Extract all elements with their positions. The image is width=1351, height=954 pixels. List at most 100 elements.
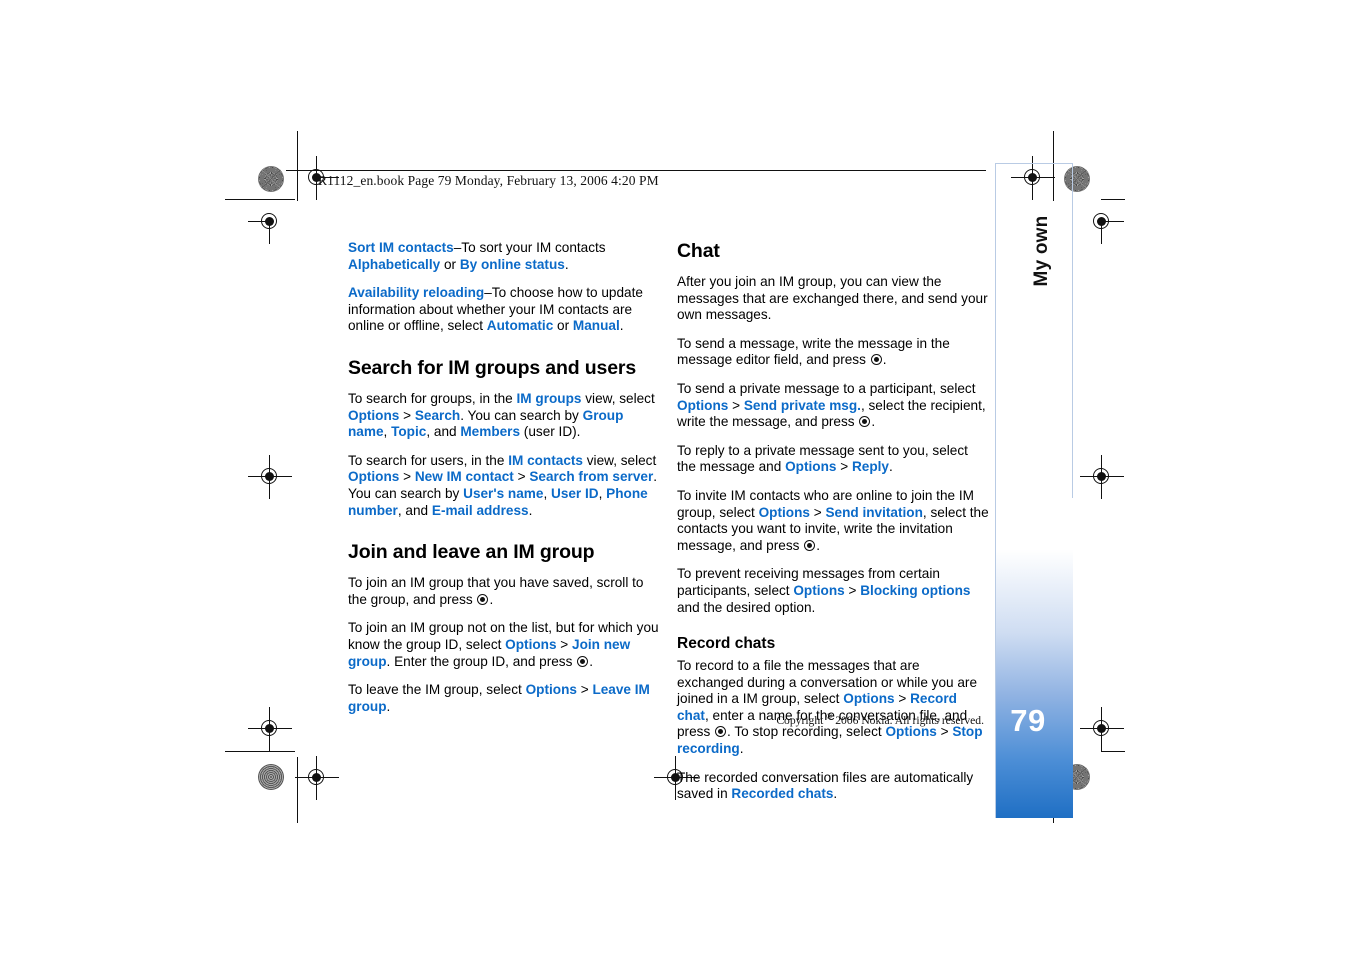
menu-separator: > [576, 682, 593, 698]
select-key-icon [870, 354, 882, 366]
body-text: . [816, 537, 820, 553]
ui-term: Options [758, 504, 810, 520]
select-key-icon [804, 539, 816, 551]
body-text: . [386, 698, 391, 714]
chapter-tab-label: My own [1031, 215, 1052, 287]
body-text: . Enter the group ID, and press [386, 653, 577, 669]
search-groups-paragraph: To search for groups, in the IM groups v… [348, 391, 660, 441]
ui-term: Recorded chats [731, 786, 834, 802]
send-message-paragraph: To send a message, write the message in … [677, 336, 989, 369]
registration-mark-left-lower [248, 707, 292, 751]
ui-term: Availability reloading [348, 285, 485, 301]
left-text-column: Sort IM contacts–To sort your IM contact… [348, 240, 660, 715]
leave-group-paragraph: To leave the IM group, select Options > … [348, 682, 660, 715]
menu-separator: > [399, 407, 415, 423]
body-text: After you join an IM group, you can view… [677, 274, 988, 323]
ui-term: Reply [851, 459, 889, 475]
menu-separator: > [728, 397, 744, 413]
header-slug: R1112_en.book Page 79 Monday, February 1… [318, 173, 659, 188]
registration-mark-left-middle [248, 455, 292, 499]
heading-join-and-leave-an-im-group: Join and leave an IM group [348, 541, 595, 564]
body-text: . [619, 318, 624, 334]
body-text: , and [426, 424, 461, 440]
ui-term: Options [785, 459, 837, 475]
body-text: . [739, 741, 744, 757]
menu-separator: > [399, 469, 415, 485]
body-text: , [383, 424, 392, 440]
ui-term: Options [525, 682, 577, 698]
ui-term: By online status [459, 256, 565, 272]
ui-term: Send private msg. [743, 397, 861, 413]
ui-term: User ID [551, 485, 599, 501]
body-text: , [543, 485, 551, 501]
trim-line-left-lower [225, 751, 295, 752]
body-text: To search for users, in the [348, 452, 509, 468]
recorded-chats-paragraph: The recorded conversation files are auto… [677, 770, 989, 803]
chapter-tab-gradient [996, 498, 1073, 818]
body-text: . You can search by [460, 407, 583, 423]
heading-search-for-im-groups-and-users: Search for IM groups and users [348, 356, 637, 379]
body-text: To leave the IM group, select [348, 682, 526, 698]
copyright-prefix: Copyright [776, 713, 827, 727]
body-text: To join an IM group that you have saved,… [348, 575, 644, 607]
ui-term: Options [843, 691, 895, 707]
select-key-icon [715, 726, 727, 738]
join-saved-group-paragraph: To join an IM group that you have saved,… [348, 575, 660, 608]
page-number: 79 [1010, 703, 1046, 738]
trim-line-right-upper [1101, 199, 1125, 200]
body-text: . [888, 459, 893, 475]
registration-mark-right-lower [1080, 707, 1124, 751]
body-text: (user ID). [520, 424, 581, 440]
ui-term: Members [460, 424, 521, 440]
ui-term: Search from server [529, 469, 654, 485]
body-text: . [528, 502, 533, 518]
heading-record-chats: Record chats [677, 635, 776, 653]
body-text: or [553, 318, 573, 334]
halftone-dot-top-left [258, 166, 284, 192]
ui-term: Options [348, 407, 400, 423]
ui-term: Alphabetically [348, 256, 441, 272]
menu-separator: > [894, 691, 911, 707]
select-key-icon [859, 416, 871, 428]
trim-line-top-left-vertical [297, 131, 298, 201]
ui-term: Options [677, 397, 729, 413]
halftone-dot-bottom-left [258, 764, 284, 790]
ui-term: User's name [463, 485, 544, 501]
ui-term: Search [414, 407, 461, 423]
body-text: To send a message, write the message in … [677, 335, 950, 368]
ui-term: New IM contact [414, 469, 514, 485]
ui-term: Options [348, 469, 400, 485]
chat-intro-paragraph: After you join an IM group, you can view… [677, 274, 989, 324]
ui-term: Manual [572, 318, 620, 334]
menu-separator: > [513, 469, 530, 485]
heading-chat: Chat [677, 240, 720, 262]
sort-im-contacts-paragraph: Sort IM contacts–To sort your IM contact… [348, 240, 660, 273]
body-text: To search for groups, in the [348, 390, 517, 406]
header-rule [286, 170, 986, 171]
body-text: –To sort your IM contacts [453, 240, 606, 255]
body-text: and the desired option. [677, 599, 816, 615]
ui-term: Blocking options [860, 582, 971, 598]
body-text: To send a private message to a participa… [677, 380, 976, 396]
trim-line-bottom-left-vertical [297, 757, 298, 823]
ui-term: Send invitation [825, 504, 923, 520]
trim-line-left-upper [225, 199, 295, 200]
join-new-group-paragraph: To join an IM group not on the list, but… [348, 620, 660, 670]
record-chat-paragraph: To record to a file the messages that ar… [677, 658, 989, 758]
search-users-paragraph: To search for users, in the IM contacts … [348, 453, 660, 519]
trim-line-right-lower [1101, 751, 1125, 752]
copyright-suffix: 2006 Nokia. All rights reserved. [832, 713, 984, 727]
registration-mark-left-upper [248, 200, 292, 244]
ui-term: IM contacts [508, 452, 583, 468]
registration-mark-right-upper [1080, 200, 1124, 244]
availability-reloading-paragraph: Availability reloading–To choose how to … [348, 285, 660, 335]
body-text: , and [397, 502, 432, 518]
body-text: or [440, 256, 460, 272]
registration-mark-bottom-left [295, 756, 339, 800]
select-key-icon [577, 655, 589, 667]
registration-mark-right-middle [1080, 455, 1124, 499]
ui-term: Automatic [486, 318, 554, 334]
blocking-options-paragraph: To prevent receiving messages from certa… [677, 566, 989, 616]
body-text: . [589, 653, 593, 669]
ui-term: Options [793, 582, 845, 598]
